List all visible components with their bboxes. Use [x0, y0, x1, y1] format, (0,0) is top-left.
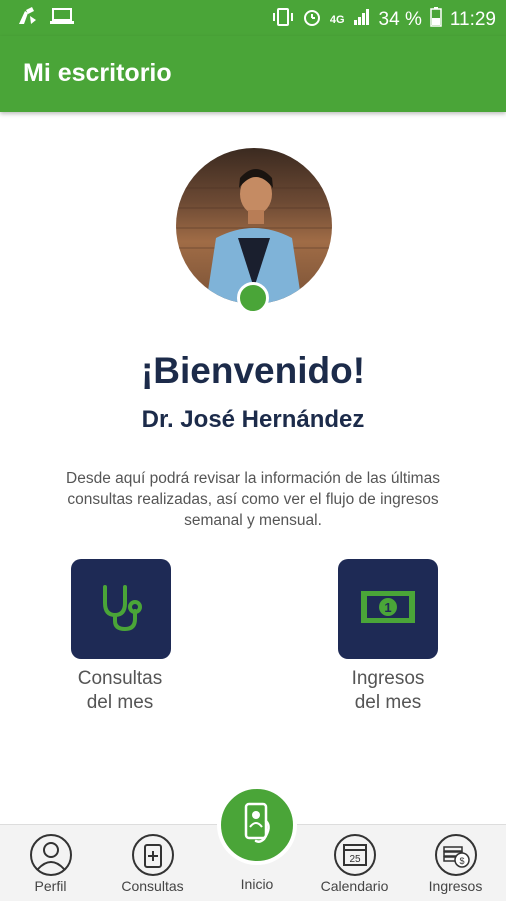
- nav-item-calendario[interactable]: 25 Calendario: [304, 825, 405, 901]
- profile-icon: [29, 833, 73, 877]
- nav-label: Perfil: [34, 878, 67, 894]
- nav-label: Consultas: [121, 878, 184, 894]
- income-tile-button[interactable]: 1: [338, 559, 438, 659]
- battery-percent: 34 %: [378, 9, 422, 30]
- welcome-heading: ¡Bienvenido!: [140, 350, 366, 391]
- consultations-tile-label[interactable]: Consultas del mes: [40, 667, 200, 715]
- welcome-description: Desde aquí podrá revisar la información …: [66, 470, 440, 529]
- coins-icon: $: [434, 833, 478, 877]
- stethoscope-icon: [95, 581, 147, 638]
- network-type: 4G: [329, 14, 345, 26]
- vibrate-icon: [272, 7, 294, 33]
- battery-icon: [430, 7, 442, 33]
- calendar-icon: 25: [333, 833, 377, 877]
- app-bar: Mi escritorio: [0, 36, 506, 112]
- avatar[interactable]: [176, 148, 332, 304]
- signal-icon: [353, 8, 371, 32]
- notification-cleaner-icon: [16, 6, 38, 31]
- online-status-dot: [237, 282, 269, 314]
- status-bar: 4G 34 % 11:29: [0, 0, 506, 36]
- svg-text:$: $: [459, 856, 464, 866]
- page-title: Mi escritorio: [23, 59, 172, 87]
- nav-label: Calendario: [320, 878, 389, 894]
- medicine-icon: [131, 833, 175, 877]
- doctor-name: Dr. José Hernández: [141, 406, 365, 433]
- svg-text:25: 25: [349, 854, 361, 865]
- nav-label: Ingresos: [428, 878, 483, 894]
- income-tile-label[interactable]: Ingresos del mes: [308, 667, 468, 715]
- nav-item-inicio-label[interactable]: Inicio: [207, 876, 307, 892]
- nav-item-ingresos[interactable]: $ Ingresos: [405, 825, 506, 901]
- home-fab-button[interactable]: [217, 785, 297, 865]
- nav-item-perfil[interactable]: Perfil: [0, 825, 101, 901]
- alarm-icon: [302, 7, 322, 33]
- clock: 11:29: [449, 9, 496, 30]
- banknote-icon: 1: [359, 587, 417, 632]
- nav-item-consultas[interactable]: Consultas: [102, 825, 203, 901]
- laptop-icon: [50, 7, 74, 30]
- svg-text:1: 1: [384, 600, 391, 615]
- consultations-tile-button[interactable]: [71, 559, 171, 659]
- profile-avatar-container[interactable]: [176, 148, 332, 314]
- home-phone-icon: [240, 801, 274, 850]
